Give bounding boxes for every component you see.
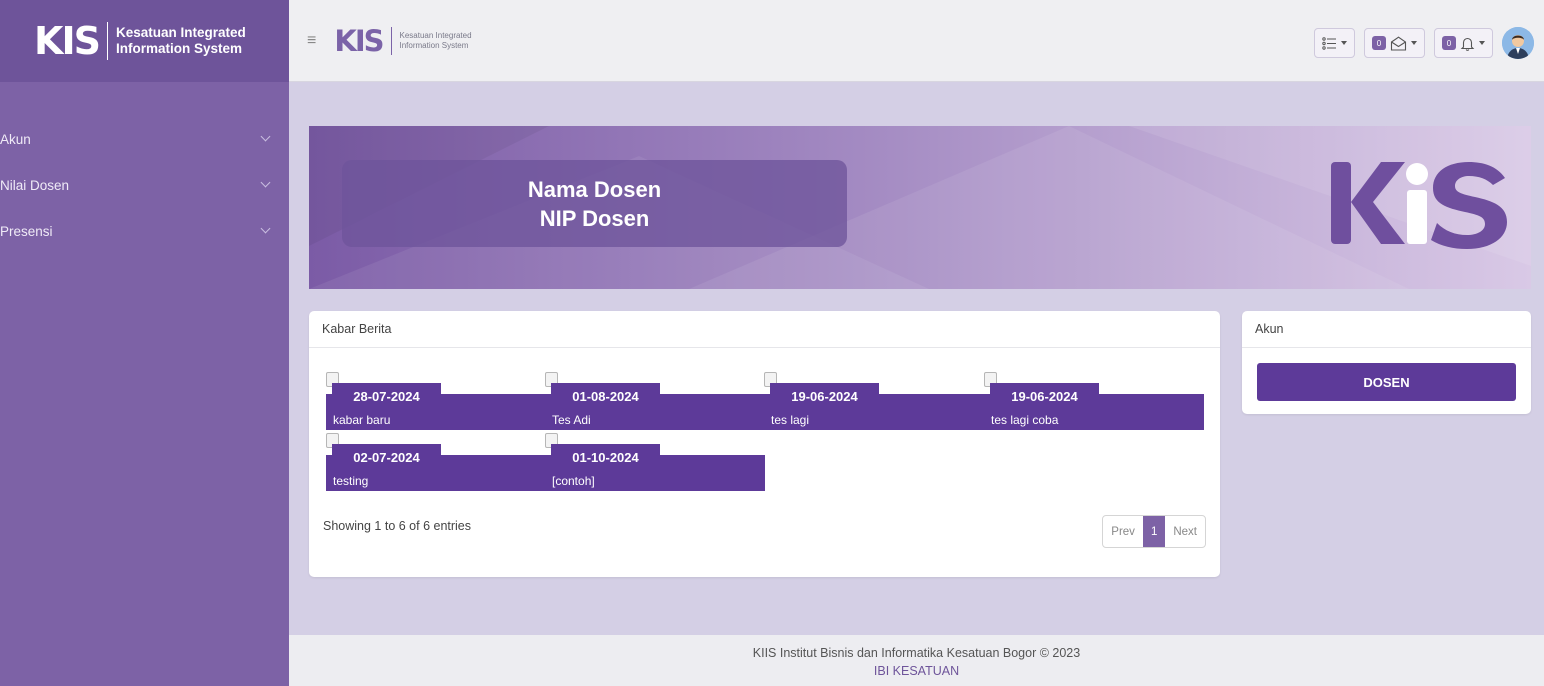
caret-down-icon (1411, 41, 1417, 45)
chevron-down-icon (260, 177, 271, 188)
list-menu-button[interactable] (1314, 28, 1355, 58)
news-caption: [contoh] (552, 474, 595, 488)
banner-logo (1329, 156, 1509, 253)
header-actions: 0 0 (1314, 27, 1534, 59)
next-page-button[interactable]: Next (1165, 516, 1205, 547)
sidebar-menu: Akun Nilai Dosen Presensi (0, 116, 289, 254)
header-brand-name: Kesatuan Integrated Information System (400, 31, 472, 49)
brand-line2: Information System (115, 41, 242, 56)
user-avatar-icon (1502, 27, 1534, 59)
news-card-title: Kabar Berita (309, 311, 1220, 348)
brand-line1: Kesatuan Integrated (399, 31, 472, 41)
user-avatar[interactable] (1502, 27, 1534, 59)
page-1-button[interactable]: 1 (1142, 516, 1166, 547)
news-item[interactable]: tes lagi coba 19-06-2024 (984, 372, 1204, 430)
brand-logo: KIS Kesatuan Integrated Information Syst… (34, 19, 246, 63)
footer-link[interactable]: IBI KESATUAN (289, 662, 1544, 680)
envelope-open-icon (1390, 36, 1407, 51)
brand-line1: Kesatuan Integrated (115, 25, 246, 41)
sidebar: KIS Kesatuan Integrated Information Syst… (0, 0, 289, 686)
logo-mark: KIS (334, 23, 384, 58)
lecturer-nip: NIP Dosen (539, 205, 650, 231)
dosen-button[interactable]: DOSEN (1257, 363, 1516, 401)
sidebar-item-label: Nilai Dosen (0, 177, 70, 193)
sidebar-item-label: Presensi (0, 223, 53, 239)
page-footer: KIIS Institut Bisnis dan Informatika Kes… (289, 635, 1544, 686)
news-caption: kabar baru (333, 413, 391, 427)
brand-line2: Information System (399, 40, 469, 50)
news-caption: tes lagi (771, 413, 810, 427)
chevron-down-icon (260, 223, 271, 234)
caret-down-icon (1479, 41, 1485, 45)
top-header: ≡ KIS Kesatuan Integrated Information Sy… (289, 0, 1544, 82)
news-caption: testing (333, 474, 369, 488)
news-card: Kabar Berita kabar baru 28-07-2024 Tes A… (309, 311, 1220, 577)
news-item[interactable]: [contoh] 01-10-2024 (545, 433, 765, 491)
account-card: Akun DOSEN (1242, 311, 1531, 414)
hamburger-icon[interactable]: ≡ (307, 32, 316, 50)
entries-info: Showing 1 to 6 of 6 entries (323, 519, 472, 533)
mail-count-badge: 0 (1372, 36, 1386, 50)
prev-page-button[interactable]: Prev (1103, 516, 1143, 547)
profile-banner: Nama Dosen NIP Dosen (309, 126, 1531, 289)
logo-divider (390, 26, 392, 55)
bell-icon (1460, 37, 1475, 51)
kis-logo-mark (1331, 162, 1507, 249)
brand-name: Kesatuan Integrated Information System (116, 25, 246, 56)
news-date: 01-08-2024 (551, 383, 660, 409)
news-date: 19-06-2024 (990, 383, 1099, 409)
news-date: 02-07-2024 (332, 444, 441, 470)
chevron-down-icon (260, 131, 271, 142)
notifications-button[interactable]: 0 (1434, 28, 1493, 58)
sidebar-brand[interactable]: KIS Kesatuan Integrated Information Syst… (0, 0, 289, 82)
lecturer-info-box: Nama Dosen NIP Dosen (342, 160, 847, 247)
news-item[interactable]: kabar baru 28-07-2024 (326, 372, 546, 430)
notif-count-badge: 0 (1442, 36, 1456, 50)
logo-divider (106, 22, 108, 60)
news-item[interactable]: testing 02-07-2024 (326, 433, 546, 491)
sidebar-item-label: Akun (0, 131, 31, 147)
footer-copyright: KIIS Institut Bisnis dan Informatika Kes… (752, 646, 1081, 660)
messages-button[interactable]: 0 (1364, 28, 1425, 58)
news-item[interactable]: tes lagi 19-06-2024 (764, 372, 984, 430)
news-caption: tes lagi coba (991, 413, 1059, 427)
header-logo[interactable]: KIS Kesatuan Integrated Information Syst… (334, 24, 471, 58)
news-date: 19-06-2024 (770, 383, 879, 409)
logo-mark: KIS (34, 19, 101, 63)
sidebar-item-presensi[interactable]: Presensi (0, 208, 289, 254)
sidebar-item-akun[interactable]: Akun (0, 116, 289, 162)
sidebar-item-nilai-dosen[interactable]: Nilai Dosen (0, 162, 289, 208)
lecturer-name: Nama Dosen (527, 176, 662, 202)
caret-down-icon (1341, 41, 1347, 45)
news-item[interactable]: Tes Adi 01-08-2024 (545, 372, 765, 430)
account-card-title: Akun (1242, 311, 1531, 348)
pagination: Prev 1 Next (1102, 515, 1206, 548)
news-date: 28-07-2024 (332, 383, 441, 409)
news-date: 01-10-2024 (551, 444, 660, 470)
news-caption: Tes Adi (552, 413, 591, 427)
list-icon (1322, 36, 1336, 50)
